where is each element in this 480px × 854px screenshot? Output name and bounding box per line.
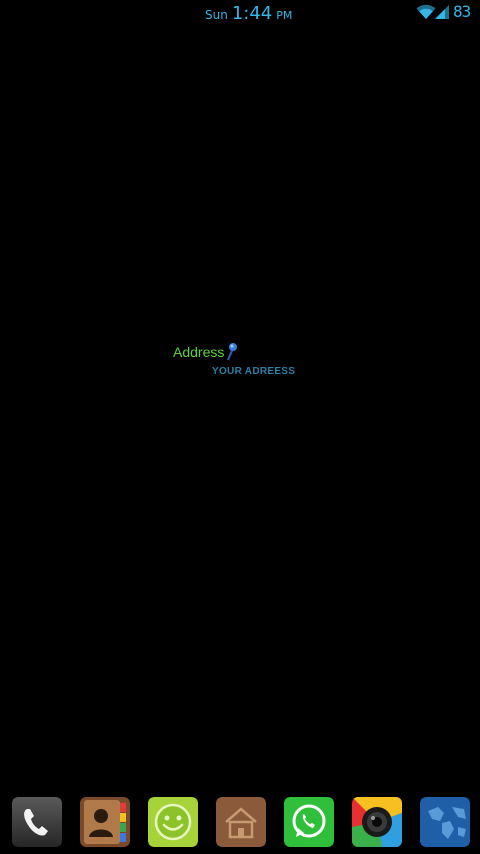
clock: Sun 1:44 PM <box>205 3 292 24</box>
globe-icon[interactable] <box>420 797 470 847</box>
cell-signal-icon <box>435 5 449 19</box>
home-screen: Sun 1:44 PM 83 Address YOUR ADREESS <box>0 0 480 854</box>
phone-icon[interactable] <box>12 797 62 847</box>
app-dock <box>0 797 480 849</box>
wifi-icon <box>416 4 436 19</box>
clock-day: Sun <box>205 8 228 22</box>
contacts-icon[interactable] <box>80 797 130 847</box>
camera-icon[interactable] <box>352 797 402 847</box>
address-value: YOUR ADREESS <box>212 366 296 377</box>
house-icon[interactable] <box>216 797 266 847</box>
battery-level: 83 <box>453 2 471 21</box>
map-pin-icon <box>227 343 237 360</box>
clock-time: 1:44 <box>231 3 273 24</box>
smiley-icon[interactable] <box>148 797 198 847</box>
clock-ampm: PM <box>276 9 293 22</box>
status-bar: Sun 1:44 PM 83 <box>0 0 480 28</box>
address-widget[interactable]: Address YOUR ADREESS <box>172 342 312 384</box>
whatsapp-icon[interactable] <box>284 797 334 847</box>
address-label: Address <box>173 344 225 360</box>
